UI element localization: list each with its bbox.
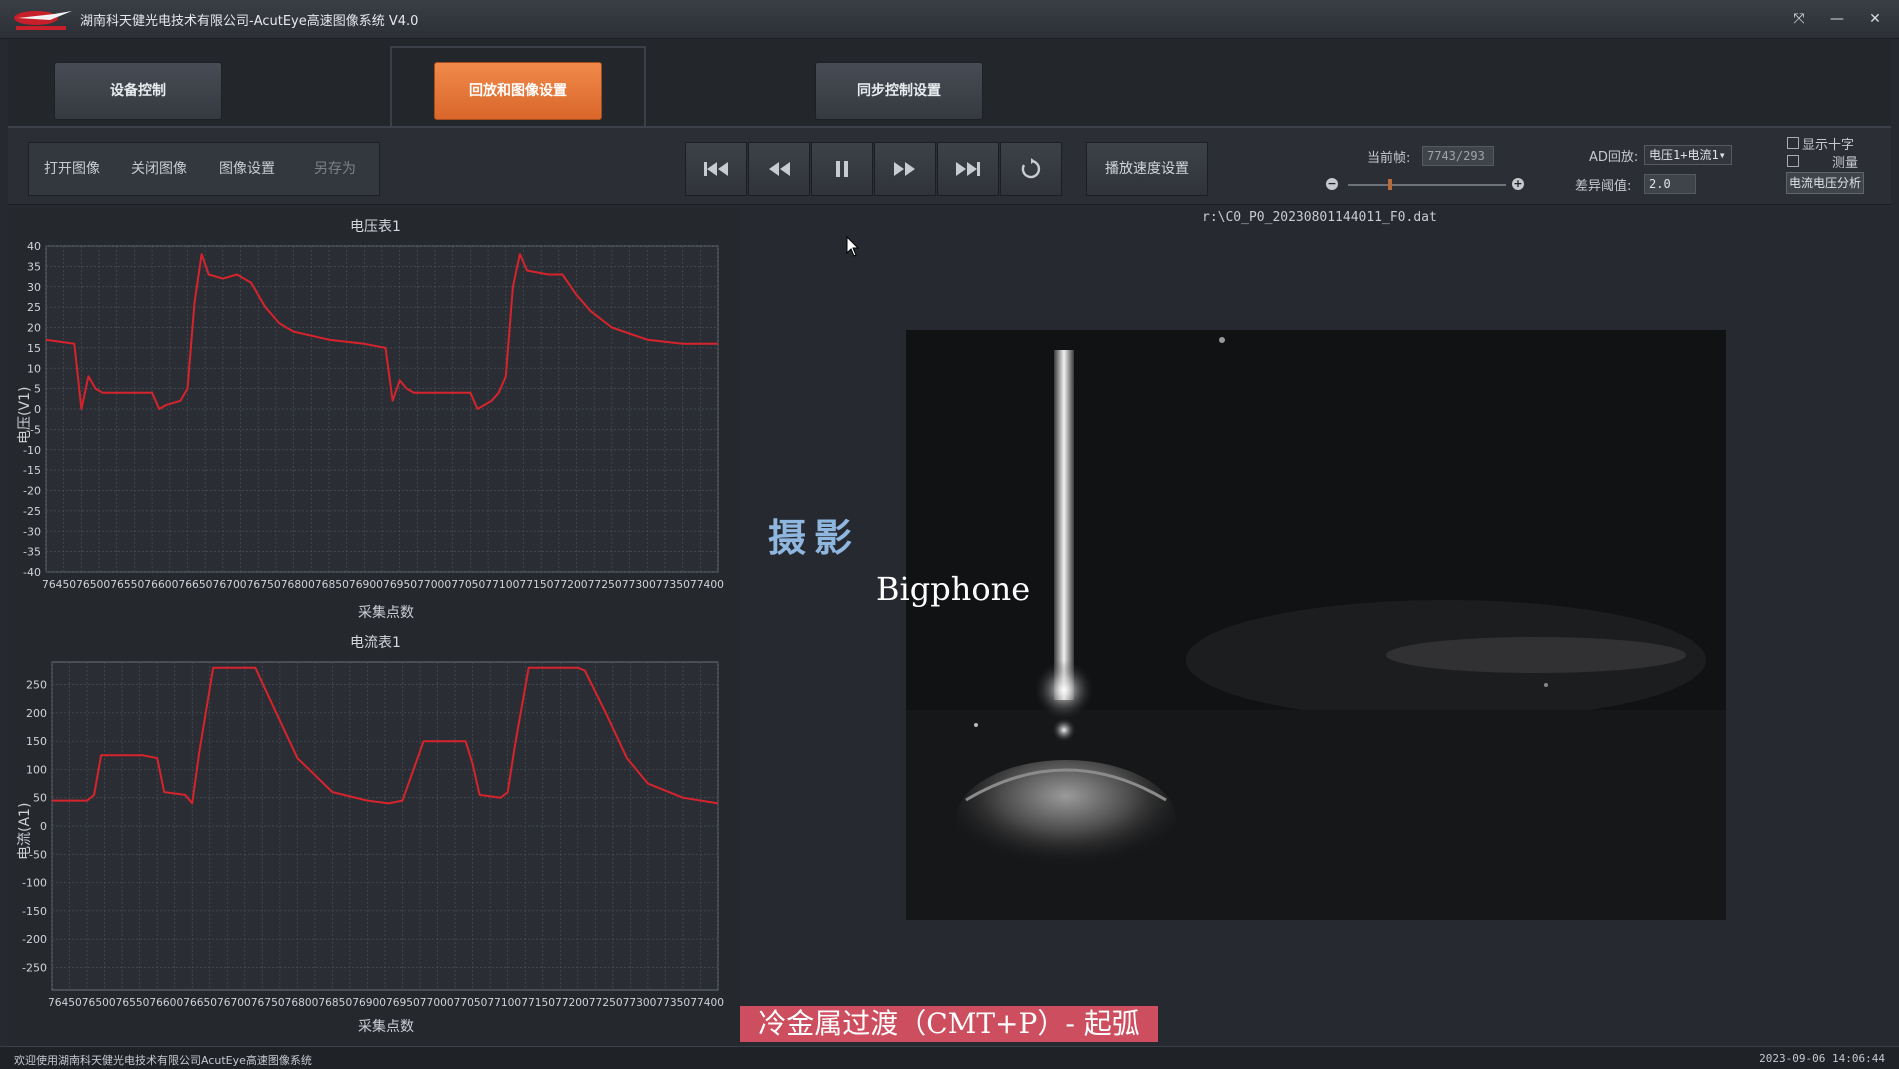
- current-voltage-analysis-button[interactable]: 电流电压分析: [1786, 172, 1864, 194]
- y-tick-label: 35: [27, 260, 41, 273]
- ad-playback-label: AD回放:: [1589, 150, 1639, 165]
- current-frame-field[interactable]: 7743/293: [1422, 146, 1494, 166]
- y-tick-label: -35: [23, 546, 41, 559]
- frame-slider-thumb[interactable]: [1388, 179, 1392, 190]
- file-path-label: r:\C0_P0_20230801144011_F0.dat: [1202, 210, 1437, 225]
- y-tick-label: 5: [34, 383, 41, 396]
- y-tick-label: 30: [27, 281, 41, 294]
- y-tick-label: -30: [23, 525, 41, 538]
- restore-window-icon[interactable]: ⤧: [1786, 9, 1812, 29]
- y-tick-label: 250: [26, 679, 47, 692]
- open-image-button[interactable]: 打开图像: [29, 143, 115, 195]
- y-tick-label: -200: [22, 933, 47, 946]
- video-caption: 冷金属过渡（CMT+P）- 起弧: [740, 1006, 1158, 1042]
- title-bar: 湖南科天健光电技术有限公司-AcutEye高速图像系统 V4.0 ⤧ — ✕: [0, 0, 1899, 39]
- x-tick-labels: 7645076500765507660076650767007675076800…: [48, 997, 724, 1009]
- y-tick-label: 100: [26, 763, 47, 776]
- y-tick-label: 0: [34, 403, 41, 416]
- current-chart: 250 200 150 100 50 0 -50 -100 -150 -200 -250 764507…: [22, 661, 724, 1009]
- x-tick-labels: 7645076500765507660076650767007675076800…: [42, 579, 724, 591]
- y-tick-label: 50: [33, 792, 47, 805]
- current-x-axis-title: 采集点数: [358, 1019, 414, 1035]
- y-tick-label: 10: [27, 362, 41, 375]
- skip-to-end-icon[interactable]: [937, 142, 999, 196]
- y-tick-label: -250: [22, 961, 47, 974]
- playback-speed-button[interactable]: 播放速度设置: [1086, 142, 1208, 196]
- current-chart-title: 电流表1: [350, 635, 401, 651]
- y-tick-label: 20: [27, 322, 41, 335]
- diff-threshold-label: 差异阈值:: [1575, 179, 1632, 194]
- y-tick-label: 200: [26, 707, 47, 720]
- show-crosshair-label: 显示十字: [1802, 138, 1855, 153]
- slider-increase-icon[interactable]: +: [1512, 178, 1524, 190]
- y-tick-label: -15: [23, 464, 41, 477]
- save-as-button[interactable]: 另存为: [291, 143, 379, 195]
- voltage-chart: 40 35 30 25 20 15 10 5 0 -5 -10 -15 -20 -25 -30 -35 -407…: [23, 240, 724, 591]
- y-tick-label: -150: [22, 905, 47, 918]
- watermark-bigphone: Bigphone: [876, 570, 1031, 608]
- y-tick-label: -25: [23, 505, 41, 518]
- ad-playback-select[interactable]: 电压1+电流1▾: [1644, 145, 1732, 165]
- y-tick-label: -50: [29, 848, 47, 861]
- y-tick-label: 15: [27, 342, 41, 355]
- frame-slider[interactable]: [1348, 184, 1506, 186]
- tab-playback-image-settings[interactable]: 回放和图像设置: [434, 62, 602, 120]
- skip-to-start-icon[interactable]: [685, 142, 747, 196]
- status-datetime: 2023-09-06 14:06:44: [1759, 1052, 1885, 1065]
- tab-device-control[interactable]: 设备控制: [54, 62, 222, 120]
- status-message: 欢迎使用湖南科天健光电技术有限公司AcutEye高速图像系统: [14, 1054, 312, 1067]
- watermark-photography: 摄影: [768, 515, 861, 560]
- close-window-icon[interactable]: ✕: [1862, 9, 1888, 29]
- loop-icon[interactable]: [1000, 142, 1062, 196]
- minimize-window-icon[interactable]: —: [1824, 9, 1850, 29]
- slider-decrease-icon[interactable]: −: [1326, 178, 1338, 190]
- y-tick-label: 150: [26, 735, 47, 748]
- show-crosshair-checkbox[interactable]: [1787, 137, 1799, 149]
- measure-checkbox[interactable]: [1787, 155, 1799, 167]
- close-image-button[interactable]: 关闭图像: [115, 143, 203, 195]
- pause-icon[interactable]: [811, 142, 873, 196]
- y-tick-label: -10: [23, 444, 41, 457]
- y-tick-label: -20: [23, 485, 41, 498]
- company-logo-icon: [14, 11, 72, 30]
- y-tick-label: -100: [22, 877, 47, 890]
- y-tick-label: 40: [27, 240, 41, 253]
- status-bar: 欢迎使用湖南科天健光电技术有限公司AcutEye高速图像系统 2023-09-0…: [0, 1046, 1899, 1069]
- current-frame-label: 当前帧:: [1367, 151, 1411, 166]
- tab-sync-control-settings[interactable]: 同步控制设置: [815, 62, 983, 120]
- y-tick-label: 25: [27, 301, 41, 314]
- mouse-cursor-icon: [846, 236, 860, 257]
- y-tick-label: -5: [30, 423, 41, 436]
- rewind-icon[interactable]: [748, 142, 810, 196]
- diff-threshold-field[interactable]: 2.0: [1644, 174, 1696, 194]
- voltage-x-axis-title: 采集点数: [358, 605, 414, 621]
- y-tick-label: 0: [40, 820, 47, 833]
- y-tick-label: -40: [23, 566, 41, 579]
- image-settings-button[interactable]: 图像设置: [203, 143, 291, 195]
- fast-forward-icon[interactable]: [874, 142, 936, 196]
- window-title: 湖南科天健光电技术有限公司-AcutEye高速图像系统 V4.0: [80, 14, 419, 29]
- high-speed-frame-image[interactable]: [906, 330, 1726, 920]
- file-button-group: 打开图像 关闭图像 图像设置 另存为: [28, 142, 380, 196]
- voltage-chart-title: 电压表1: [350, 219, 401, 235]
- measure-label: 测量: [1832, 156, 1859, 171]
